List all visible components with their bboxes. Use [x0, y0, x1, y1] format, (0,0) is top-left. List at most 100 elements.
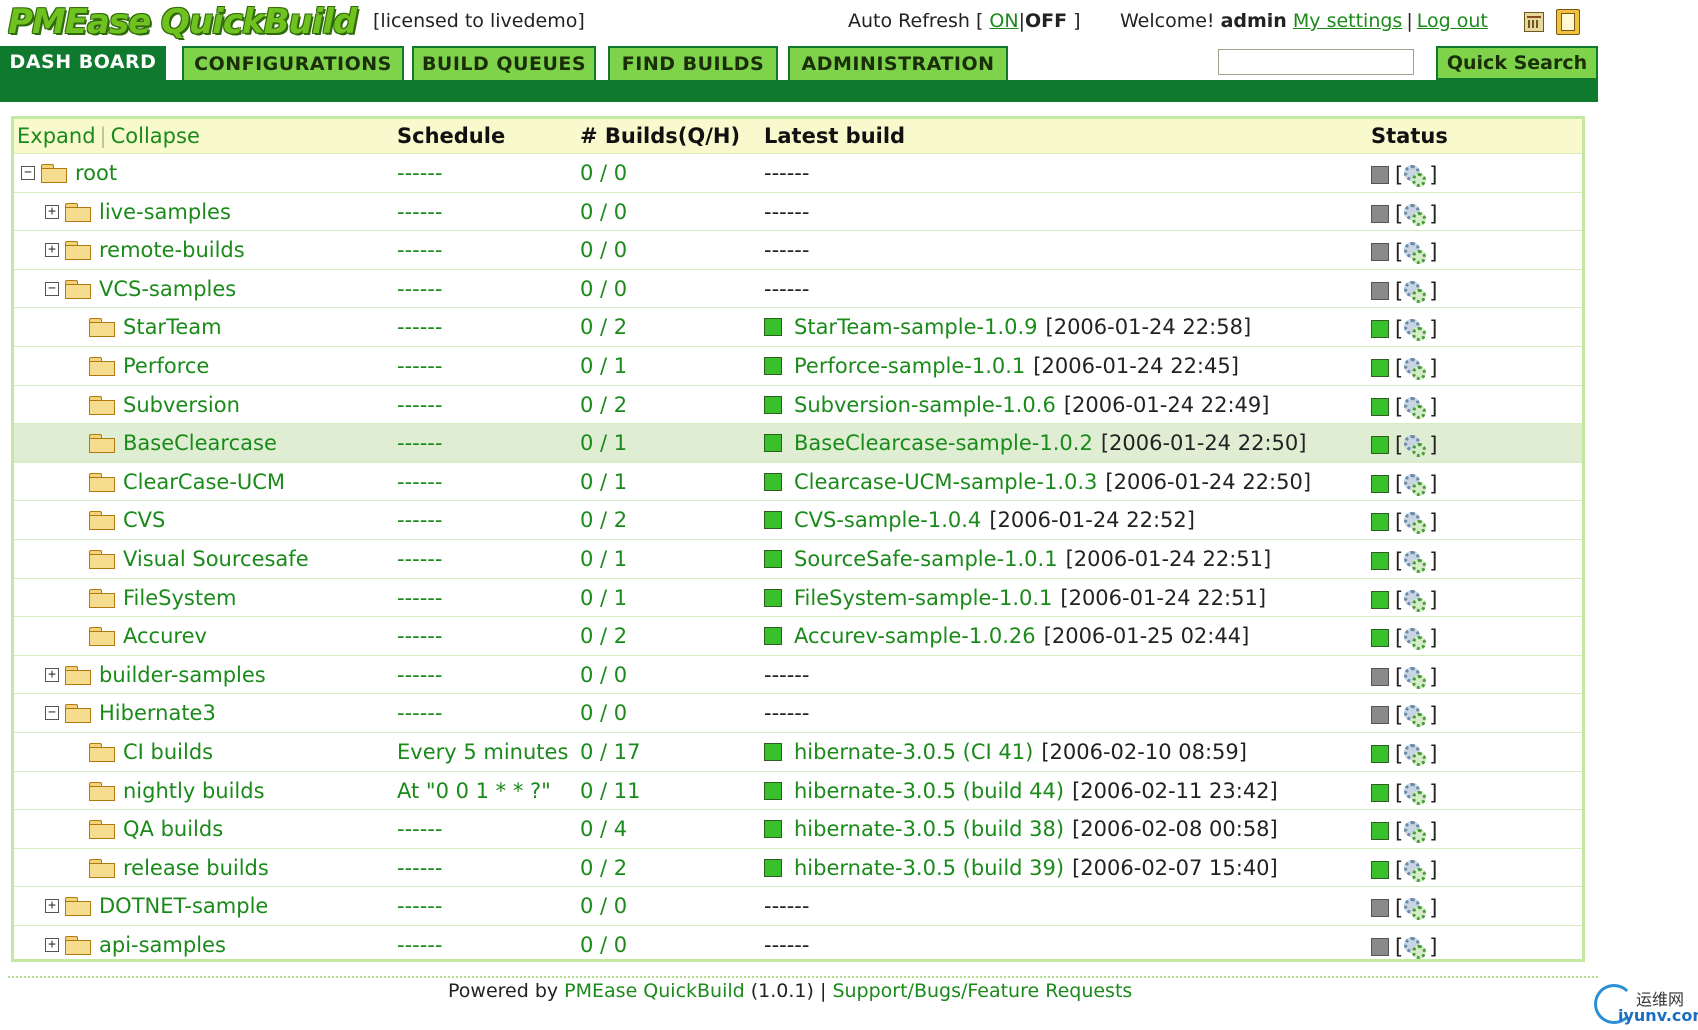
config-name-link[interactable]: api-samples	[99, 933, 226, 957]
builds-count-cell[interactable]: 0 / 0	[580, 933, 627, 957]
tab-configurations[interactable]: CONFIGURATIONS	[182, 46, 404, 80]
builds-count-cell[interactable]: 0 / 2	[580, 315, 627, 339]
log-out-link[interactable]: Log out	[1417, 10, 1488, 32]
run-build-gears-icon[interactable]	[1403, 356, 1429, 380]
config-name-link[interactable]: FileSystem	[123, 586, 236, 610]
latest-build-link[interactable]: Perforce-sample-1.0.1	[794, 354, 1025, 378]
run-build-gears-icon[interactable]	[1403, 588, 1429, 612]
run-build-gears-icon[interactable]	[1403, 549, 1429, 573]
builds-count-cell[interactable]: 0 / 0	[580, 238, 627, 262]
builds-count-cell[interactable]: 0 / 1	[580, 586, 627, 610]
builds-count-cell[interactable]: 0 / 0	[580, 161, 627, 185]
config-name-link[interactable]: release builds	[123, 856, 269, 880]
config-name-link[interactable]: StarTeam	[123, 315, 222, 339]
book-icon[interactable]	[1556, 9, 1580, 35]
run-build-gears-icon[interactable]	[1403, 858, 1429, 882]
latest-build-link[interactable]: hibernate-3.0.5 (build 44)	[794, 779, 1064, 803]
run-build-gears-icon[interactable]	[1403, 781, 1429, 805]
builds-count-cell[interactable]: 0 / 2	[580, 856, 627, 880]
run-build-gears-icon[interactable]	[1403, 433, 1429, 458]
latest-build-link[interactable]: hibernate-3.0.5 (build 38)	[794, 817, 1064, 841]
latest-build-link[interactable]: hibernate-3.0.5 (CI 41)	[794, 740, 1033, 764]
collapse-toggle-icon[interactable]: −	[45, 706, 59, 721]
run-build-gears-icon[interactable]	[1403, 703, 1429, 728]
footer-support-link[interactable]: Support/Bugs/Feature Requests	[832, 980, 1132, 1002]
builds-count-cell[interactable]: 0 / 17	[580, 740, 641, 764]
latest-build-link[interactable]: Subversion-sample-1.0.6	[794, 393, 1056, 417]
builds-count-cell[interactable]: 0 / 11	[580, 779, 641, 803]
run-build-gears-icon[interactable]	[1403, 665, 1429, 689]
builds-count-cell[interactable]: 0 / 0	[580, 277, 627, 301]
footer-product-link[interactable]: PMEase QuickBuild	[564, 980, 745, 1002]
config-name-link[interactable]: Perforce	[123, 354, 209, 378]
calendar-icon[interactable]	[1524, 12, 1544, 32]
collapse-all-link[interactable]: Collapse	[111, 124, 200, 148]
config-name-link[interactable]: nightly builds	[123, 779, 265, 803]
config-name-link[interactable]: ClearCase-UCM	[123, 470, 285, 494]
builds-count-cell[interactable]: 0 / 2	[580, 508, 627, 532]
config-name-link[interactable]: live-samples	[99, 200, 231, 224]
expand-toggle-icon[interactable]: +	[45, 899, 59, 914]
quick-search-input[interactable]	[1218, 49, 1414, 75]
run-build-gears-icon[interactable]	[1403, 510, 1429, 535]
builds-count-cell[interactable]: 0 / 1	[580, 470, 627, 494]
config-name-link[interactable]: CI builds	[123, 740, 213, 764]
run-build-gears-icon[interactable]	[1403, 279, 1429, 303]
collapse-toggle-icon[interactable]: −	[45, 281, 59, 296]
latest-build-link[interactable]: FileSystem-sample-1.0.1	[794, 586, 1052, 610]
expand-toggle-icon[interactable]: +	[45, 667, 59, 682]
builds-count-cell[interactable]: 0 / 0	[580, 200, 627, 224]
run-build-gears-icon[interactable]	[1403, 163, 1429, 187]
latest-build-link[interactable]: hibernate-3.0.5 (build 39)	[794, 856, 1064, 880]
tab-dashboard[interactable]: DASH BOARD	[0, 46, 166, 102]
run-build-gears-icon[interactable]	[1403, 240, 1429, 265]
run-build-gears-icon[interactable]	[1403, 626, 1429, 651]
latest-build-link[interactable]: Clearcase-UCM-sample-1.0.3	[794, 470, 1097, 494]
run-build-gears-icon[interactable]	[1403, 202, 1429, 226]
run-build-gears-icon[interactable]	[1403, 896, 1429, 921]
builds-count-cell[interactable]: 0 / 1	[580, 354, 627, 378]
builds-count-cell[interactable]: 0 / 4	[580, 817, 627, 841]
config-name-link[interactable]: Accurev	[123, 624, 207, 648]
builds-count-cell[interactable]: 0 / 0	[580, 894, 627, 918]
expand-all-link[interactable]: Expand	[17, 124, 96, 148]
config-name-link[interactable]: Visual Sourcesafe	[123, 547, 309, 571]
expand-toggle-icon[interactable]: +	[45, 937, 59, 952]
config-name-link[interactable]: QA builds	[123, 817, 223, 841]
config-name-link[interactable]: remote-builds	[99, 238, 245, 262]
config-name-link[interactable]: builder-samples	[99, 663, 266, 687]
builds-count-cell[interactable]: 0 / 1	[580, 547, 627, 571]
run-build-gears-icon[interactable]	[1403, 472, 1429, 496]
config-name-link[interactable]: CVS	[123, 508, 165, 532]
tab-find-builds[interactable]: FIND BUILDS	[608, 46, 778, 80]
quick-search-button[interactable]: Quick Search	[1436, 46, 1598, 80]
config-name-link[interactable]: root	[75, 161, 117, 185]
expand-toggle-icon[interactable]: +	[45, 204, 59, 219]
run-build-gears-icon[interactable]	[1403, 935, 1429, 959]
latest-build-link[interactable]: StarTeam-sample-1.0.9	[794, 315, 1038, 339]
collapse-toggle-icon[interactable]: −	[21, 166, 35, 180]
auto-refresh-on-link[interactable]: ON	[989, 10, 1018, 32]
expand-toggle-icon[interactable]: +	[45, 243, 59, 258]
run-build-gears-icon[interactable]	[1403, 395, 1429, 419]
config-name-link[interactable]: VCS-samples	[99, 277, 236, 301]
builds-count-cell[interactable]: 0 / 2	[580, 393, 627, 417]
builds-count-cell[interactable]: 0 / 0	[580, 701, 627, 725]
latest-build-link[interactable]: SourceSafe-sample-1.0.1	[794, 547, 1058, 571]
config-name-link[interactable]: DOTNET-sample	[99, 894, 268, 918]
latest-build-link[interactable]: BaseClearcase-sample-1.0.2	[794, 431, 1093, 455]
my-settings-link[interactable]: My settings	[1293, 10, 1402, 32]
run-build-gears-icon[interactable]	[1403, 819, 1429, 844]
config-name-link[interactable]: Subversion	[123, 393, 240, 417]
config-name-link[interactable]: Hibernate3	[99, 701, 216, 725]
latest-build-link[interactable]: Accurev-sample-1.0.26	[794, 624, 1036, 648]
tab-administration[interactable]: ADMINISTRATION	[788, 46, 1008, 80]
run-build-gears-icon[interactable]	[1403, 742, 1429, 766]
builds-count-cell[interactable]: 0 / 0	[580, 663, 627, 687]
builds-count-cell[interactable]: 0 / 2	[580, 624, 627, 648]
latest-build-link[interactable]: CVS-sample-1.0.4	[794, 508, 981, 532]
config-name-link[interactable]: BaseClearcase	[123, 431, 277, 455]
builds-count-cell[interactable]: 0 / 1	[580, 431, 627, 455]
tab-build-queues[interactable]: BUILD QUEUES	[412, 46, 596, 80]
app-logo[interactable]: PMEase QuickBuild	[8, 2, 357, 42]
